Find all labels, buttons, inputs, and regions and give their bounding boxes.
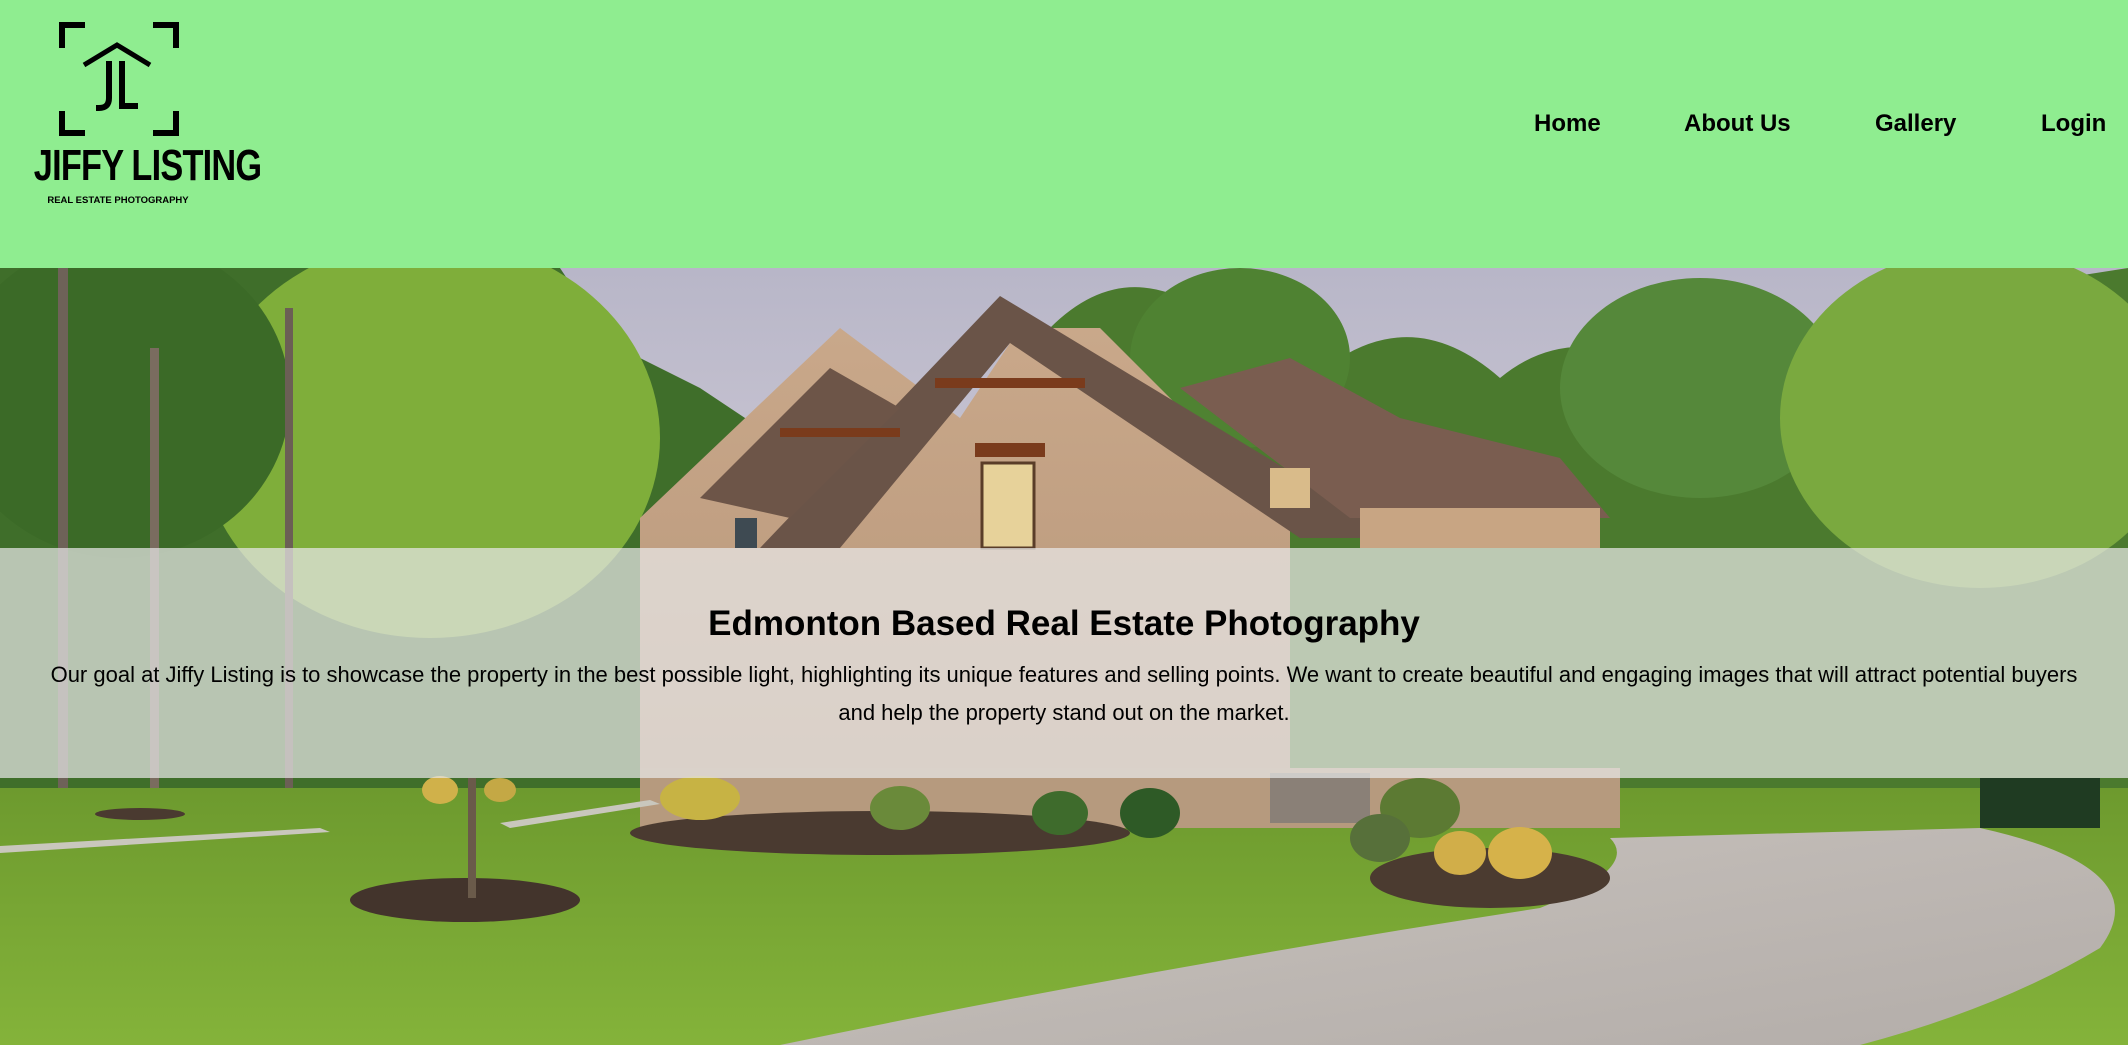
hero-description: Our goal at Jiffy Listing is to showcase… [50, 662, 2078, 725]
nav-about-us-link[interactable]: About Us [1684, 110, 1791, 138]
brand-name: JIFFY LISTING [33, 141, 262, 190]
hero-caption-panel: Edmonton Based Real Estate Photography O… [0, 548, 2128, 778]
hero-title: Edmonton Based Real Estate Photography [708, 604, 1420, 643]
jiffy-listing-logo[interactable]: JIFFY LISTING REAL ESTATE PHOTOGRAPHY [10, 20, 262, 210]
site-header: JIFFY LISTING REAL ESTATE PHOTOGRAPHY Ho… [0, 0, 2128, 268]
nav-login-link[interactable]: Login [2041, 110, 2106, 138]
brand-tagline: REAL ESTATE PHOTOGRAPHY [47, 195, 189, 206]
nav-gallery-link[interactable]: Gallery [1875, 110, 1956, 138]
logo-camera-frame-icon [59, 22, 179, 136]
main-nav: Home About Us Gallery Login [1500, 110, 2128, 140]
hero-banner: Edmonton Based Real Estate Photography O… [0, 268, 2128, 1045]
nav-home-link[interactable]: Home [1534, 110, 1601, 138]
